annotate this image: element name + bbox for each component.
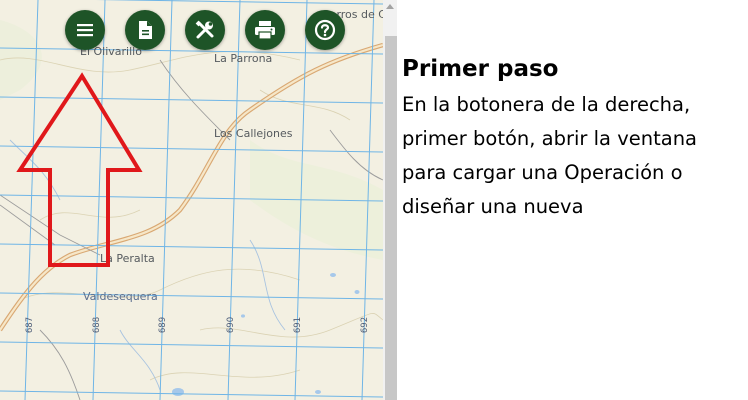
help-button[interactable] (305, 10, 345, 50)
document-button[interactable] (125, 10, 165, 50)
hamburger-menu-icon (77, 24, 93, 37)
tools-icon (195, 20, 214, 39)
map-view[interactable]: El Olivarillo La Parrona Los Callejones … (0, 0, 383, 400)
instruction-title: Primer paso (402, 56, 559, 82)
annotation-arrow (16, 72, 143, 267)
help-circle-icon (314, 19, 336, 41)
map-scrollbar[interactable] (383, 0, 397, 400)
document-icon (139, 21, 152, 39)
print-button[interactable] (245, 10, 285, 50)
tools-button[interactable] (185, 10, 225, 50)
scroll-up-arrow-icon[interactable] (386, 4, 394, 9)
menu-button[interactable] (65, 10, 105, 50)
printer-icon (255, 21, 275, 40)
scrollbar-thumb[interactable] (385, 36, 397, 400)
instruction-panel: Primer paso En la botonera de la derecha… (402, 54, 742, 224)
instruction-body: En la botonera de la derecha, primer bot… (402, 93, 698, 218)
